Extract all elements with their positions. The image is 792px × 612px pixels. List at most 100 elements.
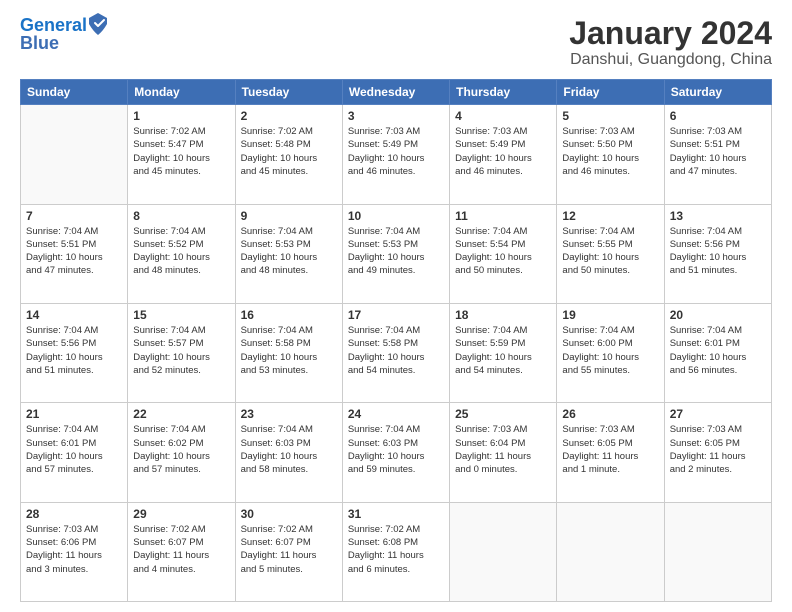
calendar-cell: 8 Sunrise: 7:04 AM Sunset: 5:52 PM Daylig… xyxy=(128,204,235,303)
day-number: 13 xyxy=(670,209,766,223)
day-number: 26 xyxy=(562,407,658,421)
day-info: Sunrise: 7:04 AM Sunset: 5:54 PM Dayligh… xyxy=(455,225,551,278)
day-number: 17 xyxy=(348,308,444,322)
calendar-cell: 25 Sunrise: 7:03 AM Sunset: 6:04 PM Dayli… xyxy=(450,403,557,502)
calendar-cell: 27 Sunrise: 7:03 AM Sunset: 6:05 PM Dayli… xyxy=(664,403,771,502)
calendar-cell xyxy=(450,502,557,601)
day-info: Sunrise: 7:04 AM Sunset: 5:53 PM Dayligh… xyxy=(348,225,444,278)
day-number: 3 xyxy=(348,109,444,123)
calendar-cell: 16Sunrise: 7:04 AM Sunset: 5:58 PM Dayli… xyxy=(235,303,342,402)
calendar-cell: 4Sunrise: 7:03 AM Sunset: 5:49 PM Daylig… xyxy=(450,105,557,204)
day-number: 18 xyxy=(455,308,551,322)
calendar-cell: 26Sunrise: 7:03 AM Sunset: 6:05 PM Dayli… xyxy=(557,403,664,502)
calendar-cell: 24 Sunrise: 7:04 AM Sunset: 6:03 PM Dayli… xyxy=(342,403,449,502)
calendar-cell: 21 Sunrise: 7:04 AM Sunset: 6:01 PM Dayli… xyxy=(21,403,128,502)
day-number: 20 xyxy=(670,308,766,322)
calendar-cell: 3 Sunrise: 7:03 AM Sunset: 5:49 PM Daylig… xyxy=(342,105,449,204)
calendar-cell xyxy=(557,502,664,601)
day-number: 25 xyxy=(455,407,551,421)
logo: General Blue xyxy=(20,16,107,54)
day-number: 8 xyxy=(133,209,229,223)
day-number: 1 xyxy=(133,109,229,123)
calendar-cell: 28 Sunrise: 7:03 AM Sunset: 6:06 PM Dayli… xyxy=(21,502,128,601)
day-info: Sunrise: 7:04 AM Sunset: 5:53 PM Dayligh… xyxy=(241,225,337,278)
day-number: 22 xyxy=(133,407,229,421)
day-info: Sunrise: 7:04 AM Sunset: 5:59 PM Dayligh… xyxy=(455,324,551,377)
calendar-week-row: 28 Sunrise: 7:03 AM Sunset: 6:06 PM Dayli… xyxy=(21,502,772,601)
day-number: 28 xyxy=(26,507,122,521)
calendar-day-header: Saturday xyxy=(664,80,771,105)
title-block: January 2024 Danshui, Guangdong, China xyxy=(569,16,772,69)
day-number: 15 xyxy=(133,308,229,322)
day-number: 12 xyxy=(562,209,658,223)
calendar-week-row: 14 Sunrise: 7:04 AM Sunset: 5:56 PM Dayli… xyxy=(21,303,772,402)
calendar-cell xyxy=(664,502,771,601)
calendar-cell xyxy=(21,105,128,204)
calendar-cell: 5Sunrise: 7:03 AM Sunset: 5:50 PM Daylig… xyxy=(557,105,664,204)
day-info: Sunrise: 7:04 AM Sunset: 6:03 PM Dayligh… xyxy=(348,423,444,476)
calendar-day-header: Tuesday xyxy=(235,80,342,105)
logo-icon xyxy=(89,13,107,35)
logo-text-line2: Blue xyxy=(20,34,107,54)
day-number: 6 xyxy=(670,109,766,123)
day-info: Sunrise: 7:02 AM Sunset: 6:07 PM Dayligh… xyxy=(241,523,337,576)
calendar-cell: 7 Sunrise: 7:04 AM Sunset: 5:51 PM Daylig… xyxy=(21,204,128,303)
day-info: Sunrise: 7:04 AM Sunset: 6:01 PM Dayligh… xyxy=(670,324,766,377)
subtitle: Danshui, Guangdong, China xyxy=(569,51,772,69)
calendar-cell: 23Sunrise: 7:04 AM Sunset: 6:03 PM Dayli… xyxy=(235,403,342,502)
day-info: Sunrise: 7:04 AM Sunset: 5:57 PM Dayligh… xyxy=(133,324,229,377)
calendar-cell: 11 Sunrise: 7:04 AM Sunset: 5:54 PM Dayli… xyxy=(450,204,557,303)
day-info: Sunrise: 7:04 AM Sunset: 5:51 PM Dayligh… xyxy=(26,225,122,278)
day-info: Sunrise: 7:04 AM Sunset: 5:55 PM Dayligh… xyxy=(562,225,658,278)
calendar-cell: 20 Sunrise: 7:04 AM Sunset: 6:01 PM Dayli… xyxy=(664,303,771,402)
calendar-cell: 2Sunrise: 7:02 AM Sunset: 5:48 PM Daylig… xyxy=(235,105,342,204)
day-info: Sunrise: 7:04 AM Sunset: 6:00 PM Dayligh… xyxy=(562,324,658,377)
day-number: 11 xyxy=(455,209,551,223)
day-number: 21 xyxy=(26,407,122,421)
day-number: 29 xyxy=(133,507,229,521)
day-number: 23 xyxy=(241,407,337,421)
day-number: 16 xyxy=(241,308,337,322)
day-info: Sunrise: 7:02 AM Sunset: 6:08 PM Dayligh… xyxy=(348,523,444,576)
calendar-header-row: SundayMondayTuesdayWednesdayThursdayFrid… xyxy=(21,80,772,105)
day-number: 2 xyxy=(241,109,337,123)
day-number: 31 xyxy=(348,507,444,521)
calendar-cell: 12 Sunrise: 7:04 AM Sunset: 5:55 PM Dayli… xyxy=(557,204,664,303)
day-number: 27 xyxy=(670,407,766,421)
day-info: Sunrise: 7:04 AM Sunset: 6:02 PM Dayligh… xyxy=(133,423,229,476)
day-info: Sunrise: 7:03 AM Sunset: 6:04 PM Dayligh… xyxy=(455,423,551,476)
page: General Blue January 2024 Danshui, Guang… xyxy=(0,0,792,612)
calendar-week-row: 1 Sunrise: 7:02 AM Sunset: 5:47 PM Daylig… xyxy=(21,105,772,204)
day-number: 24 xyxy=(348,407,444,421)
calendar-cell: 17 Sunrise: 7:04 AM Sunset: 5:58 PM Dayli… xyxy=(342,303,449,402)
day-info: Sunrise: 7:04 AM Sunset: 5:58 PM Dayligh… xyxy=(348,324,444,377)
calendar-cell: 14 Sunrise: 7:04 AM Sunset: 5:56 PM Dayli… xyxy=(21,303,128,402)
day-info: Sunrise: 7:02 AM Sunset: 6:07 PM Dayligh… xyxy=(133,523,229,576)
calendar-cell: 18 Sunrise: 7:04 AM Sunset: 5:59 PM Dayli… xyxy=(450,303,557,402)
day-number: 10 xyxy=(348,209,444,223)
day-info: Sunrise: 7:04 AM Sunset: 5:52 PM Dayligh… xyxy=(133,225,229,278)
calendar-cell: 15 Sunrise: 7:04 AM Sunset: 5:57 PM Dayli… xyxy=(128,303,235,402)
day-info: Sunrise: 7:03 AM Sunset: 6:06 PM Dayligh… xyxy=(26,523,122,576)
day-info: Sunrise: 7:02 AM Sunset: 5:47 PM Dayligh… xyxy=(133,125,229,178)
day-info: Sunrise: 7:03 AM Sunset: 5:49 PM Dayligh… xyxy=(348,125,444,178)
header: General Blue January 2024 Danshui, Guang… xyxy=(20,16,772,69)
day-info: Sunrise: 7:04 AM Sunset: 6:01 PM Dayligh… xyxy=(26,423,122,476)
calendar-day-header: Thursday xyxy=(450,80,557,105)
calendar-cell: 30Sunrise: 7:02 AM Sunset: 6:07 PM Dayli… xyxy=(235,502,342,601)
calendar-day-header: Sunday xyxy=(21,80,128,105)
day-info: Sunrise: 7:03 AM Sunset: 5:51 PM Dayligh… xyxy=(670,125,766,178)
day-info: Sunrise: 7:03 AM Sunset: 6:05 PM Dayligh… xyxy=(670,423,766,476)
calendar-cell: 10 Sunrise: 7:04 AM Sunset: 5:53 PM Dayli… xyxy=(342,204,449,303)
calendar-cell: 13Sunrise: 7:04 AM Sunset: 5:56 PM Dayli… xyxy=(664,204,771,303)
main-title: January 2024 xyxy=(569,16,772,51)
calendar-day-header: Friday xyxy=(557,80,664,105)
calendar-cell: 19Sunrise: 7:04 AM Sunset: 6:00 PM Dayli… xyxy=(557,303,664,402)
calendar-cell: 6 Sunrise: 7:03 AM Sunset: 5:51 PM Daylig… xyxy=(664,105,771,204)
day-number: 9 xyxy=(241,209,337,223)
calendar-week-row: 21 Sunrise: 7:04 AM Sunset: 6:01 PM Dayli… xyxy=(21,403,772,502)
day-number: 4 xyxy=(455,109,551,123)
day-info: Sunrise: 7:04 AM Sunset: 5:56 PM Dayligh… xyxy=(26,324,122,377)
day-number: 14 xyxy=(26,308,122,322)
day-number: 7 xyxy=(26,209,122,223)
